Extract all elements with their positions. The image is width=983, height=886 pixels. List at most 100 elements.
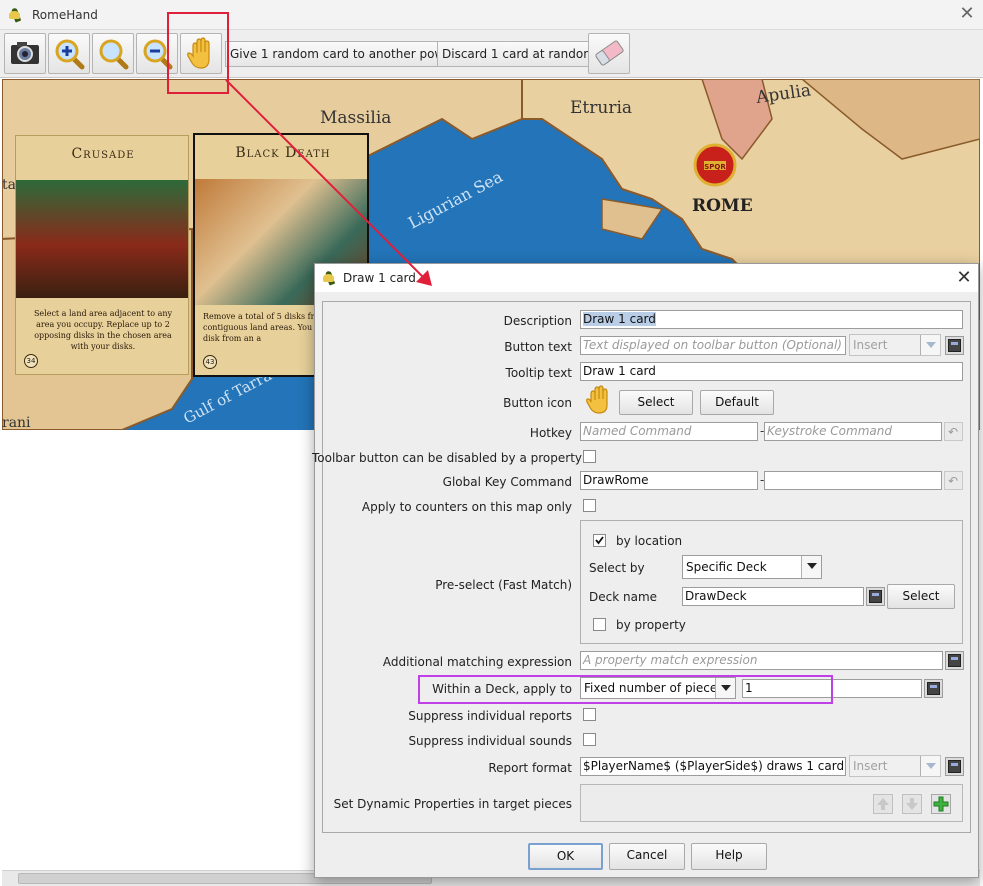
rome-seal-icon: SPQR (693, 143, 737, 187)
discard-random-card-button[interactable]: Discard 1 card at random (437, 41, 600, 67)
dynamic-properties-list (580, 784, 963, 822)
global-key-command-input[interactable]: DrawRome (580, 471, 758, 490)
tooltip-text-input[interactable]: Draw 1 card (580, 362, 963, 381)
move-down-button[interactable] (902, 794, 922, 814)
map-label-rome: ROME (692, 196, 753, 216)
zoom-in-button[interactable] (48, 33, 90, 74)
zoom-button[interactable] (92, 33, 134, 74)
undo-icon: ↶ (948, 474, 959, 488)
global-key-undo-button[interactable]: ↶ (944, 471, 963, 490)
hotkey-undo-button[interactable]: ↶ (944, 422, 963, 441)
within-deck-combo[interactable]: Fixed number of pieces (580, 677, 736, 699)
calculator-icon (948, 339, 961, 352)
within-deck-label: Within a Deck, apply to (432, 682, 572, 696)
calculator-icon (869, 590, 882, 603)
arrow-up-icon (877, 798, 889, 810)
suppress-sounds-label: Suppress individual sounds (408, 734, 572, 748)
map-label-bottom-left-partial: rani (2, 415, 31, 430)
deck-name-select-button[interactable]: Select (887, 584, 955, 609)
ok-button[interactable]: OK (528, 843, 603, 870)
chevron-down-icon (801, 556, 821, 578)
dialog-titlebar: Draw 1 card ✕ (315, 264, 978, 292)
draw-card-dialog: Draw 1 card ✕ Description Draw 1 card Bu… (312, 263, 979, 878)
button-text-calculator-button[interactable] (945, 336, 964, 355)
hotkey-keystroke-input[interactable]: Keystroke Command (764, 422, 942, 441)
card-text: Select a land area adjacent to any area … (33, 309, 173, 351)
main-window-title: RomeHand (32, 8, 98, 22)
select-by-label: Select by (589, 561, 645, 575)
description-input[interactable]: Draw 1 card (580, 310, 963, 329)
by-property-checkbox[interactable] (593, 618, 606, 631)
give-random-card-button[interactable]: Give 1 random card to another power (225, 41, 462, 67)
within-deck-count-input[interactable]: 1 (742, 679, 922, 698)
zoom-out-icon (143, 39, 173, 70)
svg-text:SPQR: SPQR (704, 163, 726, 171)
camera-icon (11, 42, 39, 64)
properties-panel: Description Draw 1 card Button text Text… (312, 301, 971, 833)
undo-icon: ↶ (948, 425, 959, 439)
within-deck-calculator-button[interactable] (924, 679, 943, 698)
map-label-etruria: Etruria (570, 98, 632, 118)
main-close-button[interactable]: ✕ (955, 3, 979, 27)
by-location-label: by location (616, 534, 683, 548)
by-property-label: by property (616, 618, 686, 632)
calculator-icon (948, 760, 961, 773)
card-number: 34 (24, 354, 38, 368)
deck-name-label: Deck name (589, 590, 658, 604)
zoom-icon (99, 39, 129, 70)
global-key-keystroke-input[interactable] (764, 471, 942, 490)
button-text-label: Button text (504, 340, 572, 354)
button-icon-default-button[interactable]: Default (700, 390, 774, 415)
preselect-group: by location Select by Specific Deck Deck… (580, 520, 963, 644)
by-location-checkbox[interactable] (593, 534, 606, 547)
toolbar-disable-checkbox[interactable] (583, 450, 596, 463)
chevron-down-icon (920, 335, 940, 355)
card-number: 43 (203, 355, 217, 369)
suppress-sounds-checkbox[interactable] (583, 733, 596, 746)
screenshot-button[interactable] (4, 33, 46, 74)
hand-icon (187, 37, 210, 69)
report-format-label: Report format (488, 761, 572, 775)
map-label-left-partial: ta (2, 177, 16, 193)
dialog-title: Draw 1 card (343, 271, 416, 285)
additional-matching-input[interactable]: A property match expression (580, 651, 943, 670)
suppress-reports-label: Suppress individual reports (408, 709, 572, 723)
card-crusade[interactable]: Crusade Select a land area adjacent to a… (15, 135, 189, 375)
add-property-button[interactable] (931, 794, 951, 814)
apply-counters-label: Apply to counters on this map only (361, 500, 572, 514)
dialog-close-button[interactable]: ✕ (952, 266, 976, 290)
chevron-down-icon (920, 756, 940, 776)
report-format-input[interactable]: $PlayerName$ ($PlayerSide$) draws 1 card… (580, 757, 846, 776)
deck-name-calculator-button[interactable] (866, 587, 885, 606)
card-art (16, 180, 188, 298)
select-by-combo[interactable]: Specific Deck (682, 555, 822, 579)
arrow-down-icon (906, 798, 918, 810)
draw-card-button[interactable] (180, 33, 222, 74)
zoom-in-icon (55, 39, 85, 70)
hotkey-named-command-input[interactable]: Named Command (580, 422, 758, 441)
suppress-reports-checkbox[interactable] (583, 708, 596, 721)
preselect-label: Pre-select (Fast Match) (435, 578, 572, 592)
apply-counters-checkbox[interactable] (583, 499, 596, 512)
checkmark-icon (595, 536, 604, 545)
report-format-insert-combo[interactable]: Insert (849, 755, 941, 777)
map-label-massilia: Massilia (320, 108, 391, 128)
card-title: Crusade (71, 146, 135, 162)
description-label: Description (503, 314, 572, 328)
button-text-insert-combo[interactable]: Insert (849, 334, 941, 356)
vassal-app-icon (8, 7, 24, 23)
toolbar-disable-label: Toolbar button can be disabled by a prop… (312, 451, 582, 465)
button-text-input[interactable]: Text displayed on toolbar button (Option… (580, 336, 846, 355)
dynamic-properties-label: Set Dynamic Properties in target pieces (333, 797, 572, 811)
main-toolbar: Give 1 random card to another power Disc… (0, 30, 983, 78)
zoom-out-button[interactable] (136, 33, 178, 74)
eraser-icon (595, 40, 624, 66)
help-button[interactable]: Help (691, 843, 767, 870)
move-up-button[interactable] (873, 794, 893, 814)
report-format-calculator-button[interactable] (945, 757, 964, 776)
additional-matching-calculator-button[interactable] (945, 651, 964, 670)
cancel-button[interactable]: Cancel (609, 843, 685, 870)
eraser-button[interactable] (588, 33, 630, 74)
deck-name-input[interactable]: DrawDeck (682, 587, 864, 606)
button-icon-select-button[interactable]: Select (619, 390, 693, 415)
